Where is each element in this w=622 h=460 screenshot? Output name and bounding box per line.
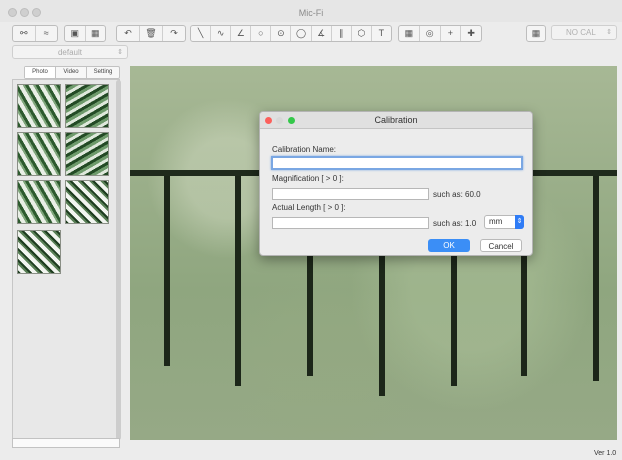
window-title: Mic-Fi <box>298 8 324 18</box>
wifi-icon[interactable]: ≈ <box>36 26 58 41</box>
sidebar-tabs: Photo Video Setting <box>24 66 120 79</box>
grid-icon[interactable]: ▦ <box>399 26 420 41</box>
dialog-title: Calibration <box>374 115 418 125</box>
polyline-icon[interactable]: ∿ <box>211 26 232 41</box>
preset-select-value: default <box>57 48 83 57</box>
unit-select-value: mm <box>489 217 503 226</box>
photo-thumbnail[interactable] <box>17 180 61 224</box>
photo-gallery <box>12 79 120 443</box>
redo-icon[interactable]: ↷ <box>163 26 185 41</box>
tab-video[interactable]: Video <box>56 67 87 78</box>
polygon-icon[interactable]: ⬡ <box>352 26 372 41</box>
toolbar-group-capture: ▣ ▦ <box>64 25 106 42</box>
calibration-name-label: Calibration Name: <box>272 145 337 154</box>
photo-thumbnail[interactable] <box>65 180 109 224</box>
actual-length-input[interactable] <box>272 217 429 229</box>
gallery-footer-field <box>12 438 120 448</box>
photo-thumbnail[interactable] <box>65 84 109 128</box>
chevron-updown-icon: ⇕ <box>606 29 612 36</box>
tab-photo[interactable]: Photo <box>25 67 56 78</box>
ok-button[interactable]: OK <box>428 239 470 252</box>
angle-icon[interactable]: ∠ <box>231 26 252 41</box>
tab-setting[interactable]: Setting <box>87 67 119 78</box>
cancel-button[interactable]: Cancel <box>480 239 522 252</box>
photo-thumbnail[interactable] <box>17 132 61 176</box>
photo-thumbnail[interactable] <box>17 84 61 128</box>
chevron-updown-icon: ⇕ <box>117 49 123 56</box>
ruler-tick <box>593 176 599 381</box>
toolbar-group-measure: ╲ ∿ ∠ ○ ⊙ ◯ ∡ ∥ ⬡ T <box>190 25 392 42</box>
chevron-updown-icon: ⇕ <box>515 215 524 229</box>
camera-icon[interactable]: ▣ <box>65 26 86 41</box>
toolbar-group-connection: ⚯ ≈ <box>12 25 58 42</box>
text-icon[interactable]: T <box>372 26 391 41</box>
gallery-scrollbar[interactable] <box>116 80 121 440</box>
calibration-select[interactable]: NO CAL ⇕ <box>551 25 617 40</box>
arc-angle-icon[interactable]: ∡ <box>312 26 332 41</box>
toolbar-group-apps: ▦ <box>526 25 546 42</box>
crosshair-icon[interactable]: + <box>441 26 462 41</box>
dialog-title-bar: Calibration <box>260 112 532 129</box>
calibration-dialog: Calibration Calibration Name: Magnificat… <box>259 111 533 256</box>
photo-thumbnail[interactable] <box>65 132 109 176</box>
circle-3pt-icon[interactable]: ○ <box>251 26 272 41</box>
actual-length-hint: such as: 1.0 <box>433 219 477 228</box>
line-icon[interactable]: ╲ <box>191 26 212 41</box>
actual-length-label: Actual Length [ > 0 ]: <box>272 203 346 212</box>
parallel-icon[interactable]: ∥ <box>332 26 352 41</box>
magnification-hint: such as: 60.0 <box>433 190 481 199</box>
unit-select[interactable]: mm ⇕ <box>484 215 524 229</box>
magnification-input[interactable] <box>272 188 429 200</box>
toolbar-group-overlay: ▦ ◎ + ✚ <box>398 25 482 42</box>
ruler-tick <box>164 176 170 366</box>
ruler-tick <box>235 176 241 386</box>
photo-thumbnail[interactable] <box>17 230 61 274</box>
calibration-select-value: NO CAL <box>566 28 596 37</box>
undo-icon[interactable]: ↶ <box>117 26 140 41</box>
preset-select[interactable]: default ⇕ <box>12 45 128 59</box>
circle-center-icon[interactable]: ⊙ <box>271 26 292 41</box>
circle-icon[interactable]: ◯ <box>291 26 312 41</box>
video-camera-icon[interactable]: ▦ <box>86 26 106 41</box>
target-icon[interactable]: ◎ <box>420 26 441 41</box>
title-bar: Mic-Fi <box>0 0 622 22</box>
calibration-name-input[interactable] <box>271 156 523 170</box>
apps-grid-icon[interactable]: ▦ <box>527 26 545 41</box>
magnification-label: Magnification [ > 0 ]: <box>272 174 344 183</box>
usb-icon[interactable]: ⚯ <box>13 26 36 41</box>
toolbar-group-history: ↶ 🗑 ↷ <box>116 25 186 42</box>
version-label: Ver 1.0 <box>594 450 617 457</box>
delete-icon[interactable]: 🗑 <box>140 26 163 41</box>
crosshair-plus-icon[interactable]: ✚ <box>461 26 481 41</box>
toolbar: ⚯ ≈ ▣ ▦ ↶ 🗑 ↷ ╲ ∿ ∠ ○ ⊙ ◯ ∡ ∥ ⬡ T ▦ ◎ + … <box>0 22 622 44</box>
